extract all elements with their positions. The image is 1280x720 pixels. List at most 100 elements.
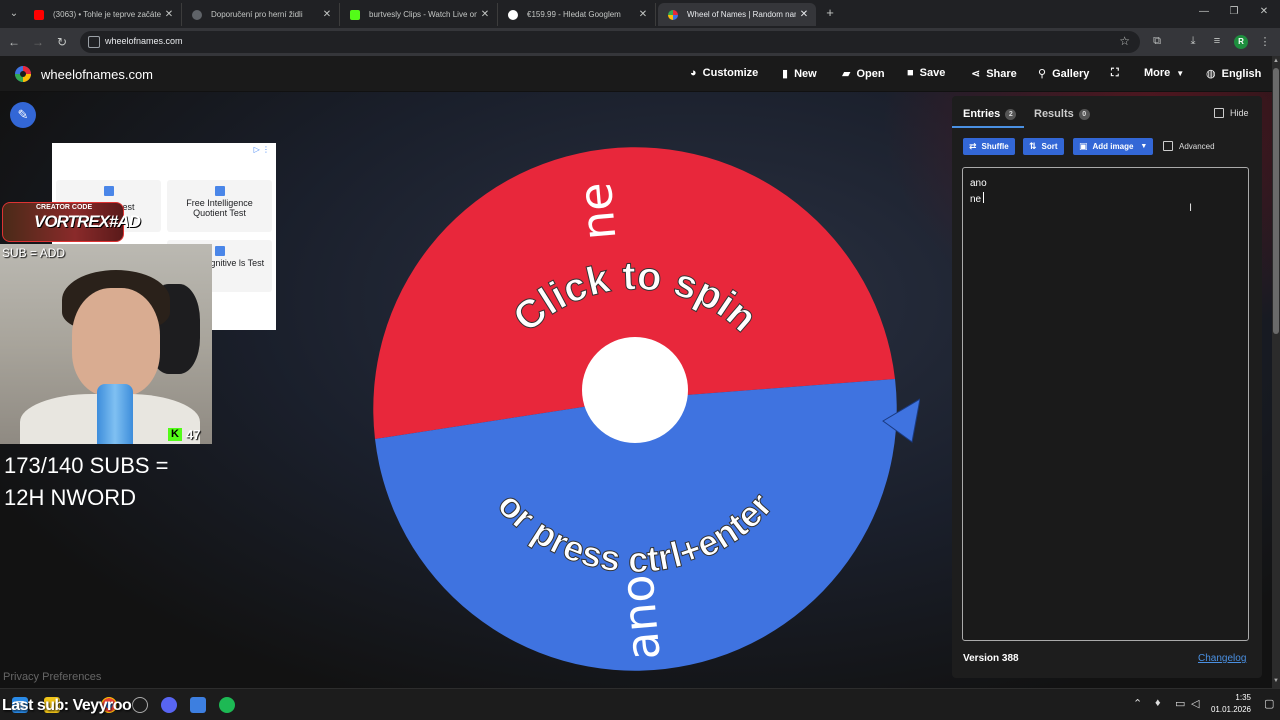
- tab-title: Doporučení pro herní židli: [211, 10, 303, 19]
- close-tab-icon[interactable]: ✕: [319, 9, 335, 20]
- tab-label: Entries: [963, 108, 1001, 120]
- text-caret: [983, 192, 984, 203]
- close-tab-icon[interactable]: ✕: [161, 9, 177, 20]
- windows-taskbar: ⊞: [0, 688, 1280, 720]
- clock-time: 1:35: [1235, 693, 1251, 702]
- clock-date: 01.01.2026: [1210, 705, 1251, 714]
- reload-icon[interactable]: ↻: [54, 34, 70, 50]
- hide-checkbox[interactable]: [1214, 108, 1224, 118]
- close-tab-icon[interactable]: ✕: [635, 9, 651, 20]
- scroll-up-icon[interactable]: ▲: [1272, 58, 1280, 64]
- tab-title: Wheel of Names | Random nam: [687, 10, 796, 19]
- address-bar[interactable]: wheelofnames.com ☆: [80, 31, 1140, 53]
- wheelofnames-logo: [15, 66, 31, 82]
- language-button[interactable]: ◍ English: [1206, 67, 1262, 81]
- site-name[interactable]: wheelofnames.com: [41, 67, 153, 82]
- advanced-toggle[interactable]: Advanced: [1163, 141, 1215, 151]
- scroll-thumb[interactable]: [1273, 68, 1279, 334]
- creator-code-caption: CREATOR CODE: [36, 204, 93, 211]
- reading-list-icon[interactable]: ≡: [1210, 35, 1224, 47]
- tab-title: burtvesly Clips - Watch Live on: [369, 10, 477, 19]
- webcam-overlay: [0, 244, 212, 444]
- file-icon: ▮: [782, 68, 789, 80]
- forward-icon[interactable]: →: [30, 34, 46, 50]
- browser-tab-3[interactable]: burtvesly Clips - Watch Live on ✕: [340, 3, 498, 26]
- bookmark-star-icon[interactable]: ☆: [1119, 34, 1130, 48]
- new-tab-button[interactable]: +: [823, 6, 837, 20]
- browser-tab-1[interactable]: (3063) • Tohle je teprve začátek ✕: [24, 3, 182, 26]
- settings-icon[interactable]: [132, 697, 148, 713]
- version-text: Version 388: [963, 653, 1019, 664]
- customize-button[interactable]: ◕ Customize: [690, 67, 758, 79]
- url-text: wheelofnames.com: [105, 36, 183, 46]
- tab-label: Results: [1034, 108, 1074, 120]
- sub-add-text: SUB = ADD: [2, 246, 66, 260]
- changelog-link[interactable]: Changelog: [1198, 653, 1246, 664]
- close-tab-icon[interactable]: ✕: [477, 9, 493, 20]
- tab-search-button[interactable]: ⌄: [6, 6, 22, 22]
- page-scrollbar[interactable]: ▲ ▼: [1272, 56, 1280, 688]
- menu-label: Save: [919, 67, 946, 79]
- taskbar-clock[interactable]: 1:35 01.01.2026: [1205, 692, 1251, 716]
- hide-label: Hide: [1230, 108, 1249, 118]
- browser-tab-2[interactable]: Doporučení pro herní židli ✕: [182, 3, 340, 26]
- google-icon: [508, 9, 518, 20]
- ad-card-text: Free Intelligence Quotient Test: [186, 198, 253, 218]
- network-icon[interactable]: ▭: [1175, 697, 1185, 710]
- new-button[interactable]: ▮ New: [782, 67, 817, 81]
- save-button[interactable]: ■ Save: [907, 67, 945, 79]
- fullscreen-button[interactable]: ⛶: [1111, 67, 1125, 80]
- button-label: Shuffle: [981, 142, 1009, 151]
- more-button[interactable]: More ▼: [1144, 67, 1184, 79]
- entries-textarea[interactable]: ano ne I: [962, 167, 1249, 641]
- wheel-center[interactable]: [582, 337, 688, 443]
- browser-tab-5[interactable]: Wheel of Names | Random nam ✕: [658, 3, 816, 26]
- browser-tab-4[interactable]: €159.99 - Hledat Googlem ✕: [498, 3, 656, 26]
- globe-icon: ◍: [1206, 68, 1216, 80]
- tray-chevron-up-icon[interactable]: ⌃: [1133, 697, 1142, 710]
- save-icon: ■: [907, 67, 914, 79]
- tab-entries[interactable]: Entries 2: [963, 108, 1017, 120]
- menu-label: More: [1144, 67, 1171, 79]
- extensions-icon[interactable]: ⧉: [1150, 35, 1164, 48]
- spotify-icon[interactable]: [219, 697, 235, 713]
- browser-tabstrip: ⌄ (3063) • Tohle je teprve začátek ✕ Dop…: [0, 0, 1280, 28]
- back-icon[interactable]: ←: [6, 34, 22, 50]
- close-window-icon[interactable]: ✕: [1256, 6, 1272, 17]
- kick-icon: [350, 9, 360, 20]
- open-button[interactable]: ▰ Open: [842, 67, 885, 81]
- search-icon: ⚲: [1038, 68, 1047, 80]
- share-button[interactable]: ⋖ Share: [971, 67, 1017, 81]
- microphone-icon[interactable]: ♦: [1155, 697, 1161, 709]
- close-tab-icon[interactable]: ✕: [796, 9, 812, 20]
- menu-label: English: [1221, 67, 1262, 80]
- tab-results[interactable]: Results 0: [1034, 108, 1090, 120]
- restore-icon[interactable]: ❐: [1226, 6, 1242, 17]
- hide-toggle[interactable]: Hide: [1214, 108, 1249, 118]
- notifications-icon[interactable]: ▢: [1264, 697, 1274, 710]
- edit-pencil-icon[interactable]: ✎: [10, 102, 36, 128]
- sort-icon: ⇅: [1029, 141, 1037, 151]
- profile-avatar[interactable]: R: [1234, 35, 1248, 49]
- site-info-icon[interactable]: [88, 36, 100, 48]
- wheel[interactable]: ne ano Click to spin or press ctrl+enter: [360, 124, 920, 684]
- advanced-checkbox[interactable]: [1163, 141, 1173, 151]
- ad-info-icon[interactable]: ▷ ⋮: [254, 145, 270, 154]
- shuffle-button[interactable]: ⇄ Shuffle: [963, 138, 1015, 155]
- download-icon[interactable]: ⤓: [1186, 35, 1200, 48]
- volume-icon[interactable]: ◁: [1191, 697, 1199, 710]
- subs-goal-text: 173/140 SUBS = 12H NWORD: [4, 453, 169, 510]
- clipboard-icon: [103, 186, 114, 196]
- minimize-icon[interactable]: —: [1196, 6, 1212, 17]
- add-image-button[interactable]: ▣ Add image ▼: [1073, 138, 1154, 155]
- sort-button[interactable]: ⇅ Sort: [1023, 138, 1064, 155]
- shuffle-icon: ⇄: [969, 141, 977, 151]
- privacy-preferences-link[interactable]: Privacy Preferences: [3, 671, 101, 683]
- app-icon[interactable]: [190, 697, 206, 713]
- ad-card[interactable]: Free Intelligence Quotient Test: [167, 180, 272, 232]
- gallery-button[interactable]: ⚲ Gallery: [1038, 67, 1089, 81]
- discord-icon[interactable]: [161, 697, 177, 713]
- image-icon: ▣: [1079, 141, 1088, 151]
- kebab-menu-icon[interactable]: ⋮: [1258, 35, 1272, 48]
- scroll-down-icon[interactable]: ▼: [1272, 678, 1280, 684]
